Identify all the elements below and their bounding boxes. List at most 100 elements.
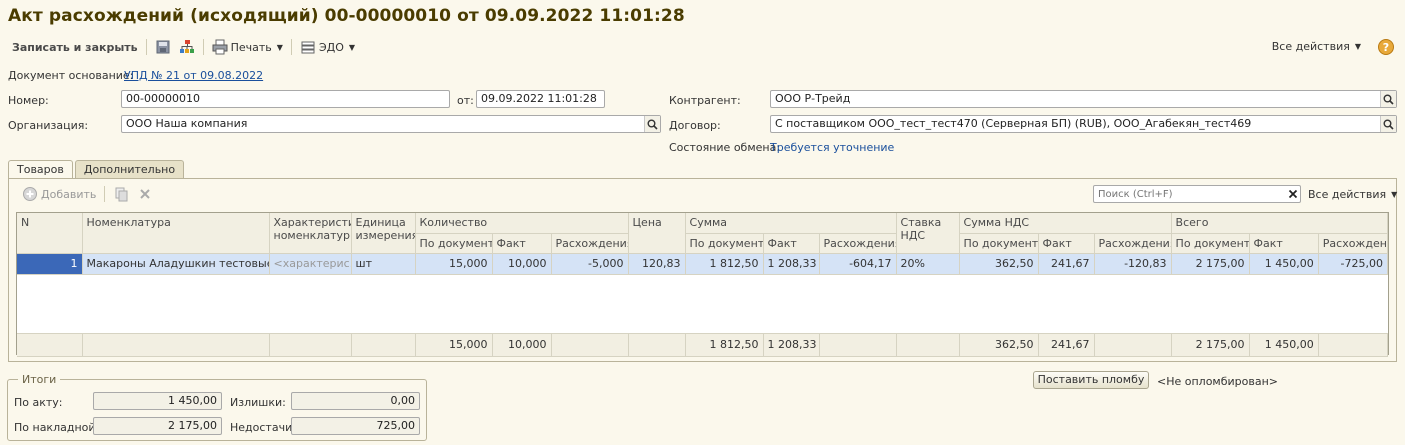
cell-price[interactable]: 120,83 [628, 253, 686, 275]
table-search-input[interactable] [1093, 185, 1301, 203]
cell-unit[interactable]: шт [351, 253, 416, 275]
col-header-vat-doc[interactable]: По документу [959, 233, 1039, 254]
footer-vat-fact: 241,67 [1038, 333, 1095, 357]
chevron-down-icon: ▼ [1354, 42, 1361, 51]
set-seal-button[interactable]: Поставить пломбу [1033, 371, 1149, 389]
toolbar-separator [202, 39, 204, 55]
base-document-link[interactable]: УПД № 21 от 09.08.2022 [124, 69, 263, 82]
col-header-sum-doc[interactable]: По документу [685, 233, 764, 254]
date-field[interactable]: 09.09.2022 11:01:28 [476, 90, 605, 108]
col-header-vat-sum[interactable]: Сумма НДС [959, 213, 1172, 234]
main-toolbar: Записать и закрыть Печать ▼ ЭДО ▼ [8, 36, 359, 58]
edo-menu-button[interactable]: ЭДО ▼ [296, 39, 359, 55]
table-all-actions-menu[interactable]: Все действия ▼ [1304, 188, 1401, 201]
footer-cell [82, 333, 270, 357]
col-header-sum-fact[interactable]: Факт [763, 233, 820, 254]
cell-total-fact[interactable]: 1 450,00 [1249, 253, 1319, 275]
footer-qty-fact: 10,000 [492, 333, 552, 357]
counterparty-field[interactable]: ООО Р-Трейд [770, 90, 1397, 108]
table-footer-row: 15,000 10,000 1 812,50 1 208,33 362,50 2… [17, 333, 1389, 357]
delete-row-button[interactable] [133, 186, 157, 202]
copy-row-button[interactable] [109, 186, 133, 202]
chevron-down-icon: ▼ [1391, 190, 1398, 199]
footer-cell [351, 333, 416, 357]
save-and-close-button[interactable]: Записать и закрыть [8, 41, 142, 54]
delete-icon [140, 189, 151, 199]
page-title: Акт расхождений (исходящий) 00-00000010 … [8, 6, 685, 26]
help-icon[interactable]: ? [1378, 39, 1394, 55]
surplus-value: 0,00 [291, 392, 420, 410]
edo-exchange-icon [301, 41, 315, 54]
structure-button[interactable] [175, 39, 199, 55]
col-header-unit[interactable]: Единица измерения [351, 213, 416, 254]
cell-vat-rate[interactable]: 20% [896, 253, 960, 275]
cell-sum-doc[interactable]: 1 812,50 [685, 253, 764, 275]
table-row[interactable]: 1 Макароны Аладушкин тестовые <характери… [17, 253, 1389, 275]
add-row-button[interactable]: Добавить [18, 186, 100, 202]
tab-goods[interactable]: Товаров [8, 160, 73, 179]
by-act-label: По акту: [14, 396, 63, 409]
cell-total-doc[interactable]: 2 175,00 [1171, 253, 1250, 275]
footer-sum-fact: 1 208,33 [763, 333, 820, 357]
col-header-characteristic[interactable]: Характеристи номенклатуры [269, 213, 352, 254]
cell-vat-fact[interactable]: 241,67 [1038, 253, 1095, 275]
footer-qty-doc: 15,000 [415, 333, 493, 357]
cell-vat-diff[interactable]: -120,83 [1094, 253, 1172, 275]
col-header-total[interactable]: Всего [1171, 213, 1389, 234]
col-header-nomenclature[interactable]: Номенклатура [82, 213, 270, 254]
contract-select-button[interactable] [1380, 116, 1396, 132]
cell-vat-doc[interactable]: 362,50 [959, 253, 1039, 275]
footer-cell [1318, 333, 1389, 357]
cell-qty-fact[interactable]: 10,000 [492, 253, 552, 275]
chevron-down-icon: ▼ [348, 42, 356, 52]
chevron-down-icon: ▼ [276, 42, 283, 52]
cell-qty-doc[interactable]: 15,000 [415, 253, 493, 275]
cell-total-diff[interactable]: -725,00 [1318, 253, 1389, 275]
cell-characteristic[interactable]: <характерис... [269, 253, 352, 275]
cell-nomenclature[interactable]: Макароны Аладушкин тестовые [82, 253, 270, 275]
col-header-total-fact[interactable]: Факт [1249, 233, 1319, 254]
tab-additional[interactable]: Дополнительно [74, 160, 185, 178]
col-header-price[interactable]: Цена [628, 213, 686, 254]
cell-qty-diff[interactable]: -5,000 [551, 253, 629, 275]
col-header-sum[interactable]: Сумма [685, 213, 897, 234]
counterparty-select-button[interactable] [1380, 91, 1396, 107]
col-header-qty-doc[interactable]: По документу [415, 233, 493, 254]
cell-sum-diff[interactable]: -604,17 [819, 253, 897, 275]
print-menu-button[interactable]: Печать ▼ [208, 39, 287, 55]
exchange-status-link[interactable]: Требуется уточнение [770, 141, 894, 154]
footer-cell [269, 333, 352, 357]
col-header-qty-diff[interactable]: Расхождения [551, 233, 629, 254]
all-actions-menu[interactable]: Все действия ▼ [1268, 40, 1365, 53]
cell-sum-fact[interactable]: 1 208,33 [763, 253, 820, 275]
copy-icon [115, 187, 128, 202]
col-header-total-doc[interactable]: По документу [1171, 233, 1250, 254]
close-icon [1288, 189, 1298, 199]
organization-field[interactable]: ООО Наша компания [121, 115, 661, 133]
exchange-status-label: Состояние обмена: [669, 141, 781, 154]
col-header-sum-diff[interactable]: Расхождения [819, 233, 897, 254]
col-header-vat-rate[interactable]: Ставка НДС [896, 213, 960, 254]
hierarchy-icon [179, 40, 194, 53]
col-header-n[interactable]: N [17, 213, 83, 254]
col-header-total-diff[interactable]: Расхождения [1318, 233, 1389, 254]
clear-search-button[interactable] [1286, 187, 1300, 201]
save-button[interactable] [151, 39, 175, 55]
table-toolbar: Добавить [18, 186, 157, 202]
col-header-vat-diff[interactable]: Расхождения [1094, 233, 1172, 254]
contract-field[interactable]: С поставщиком ООО_тест_тест470 (Серверна… [770, 115, 1397, 133]
footer-cell [17, 333, 83, 357]
col-header-quantity[interactable]: Количество [415, 213, 629, 234]
number-field[interactable]: 00-00000010 [121, 90, 450, 108]
organization-select-button[interactable] [644, 116, 660, 132]
cell-n[interactable]: 1 [17, 253, 83, 275]
footer-cell [1094, 333, 1172, 357]
col-header-vat-fact[interactable]: Факт [1038, 233, 1095, 254]
edo-label: ЭДО [318, 40, 344, 54]
col-header-qty-fact[interactable]: Факт [492, 233, 552, 254]
footer-cell [896, 333, 960, 357]
table-all-actions-label: Все действия [1308, 188, 1387, 201]
by-invoice-value: 2 175,00 [93, 417, 222, 435]
shortage-value: 725,00 [291, 417, 420, 435]
toolbar-separator [104, 186, 106, 202]
